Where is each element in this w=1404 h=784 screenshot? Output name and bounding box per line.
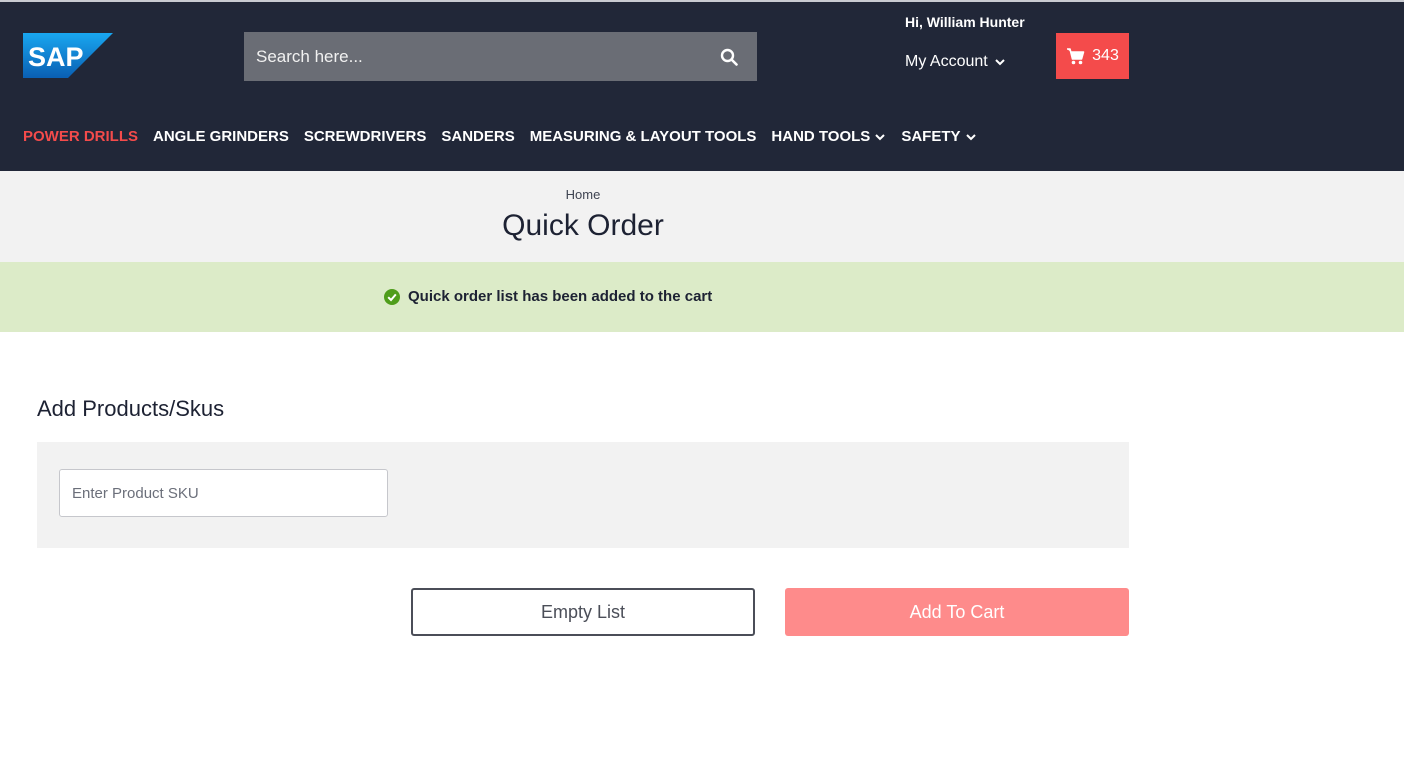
nav-item-label: SAFETY bbox=[901, 128, 961, 145]
nav-item-label: SCREWDRIVERS bbox=[303, 128, 427, 145]
nav-item-screwdrivers[interactable]: SCREWDRIVERS bbox=[304, 128, 427, 145]
nav-item-safety[interactable]: SAFETY bbox=[901, 128, 976, 145]
sku-panel bbox=[37, 442, 1129, 548]
user-greeting: Hi, William Hunter bbox=[905, 14, 1025, 30]
site-header: SAP Hi, William Hunter My Account 343 PO… bbox=[0, 0, 1404, 171]
nav-item-label: ANGLE GRINDERS bbox=[153, 128, 289, 145]
nav-item-power-drills[interactable]: POWER DRILLS bbox=[23, 128, 138, 145]
chevron-down-icon bbox=[965, 133, 976, 140]
nav-item-hand-tools[interactable]: HAND TOOLS bbox=[771, 128, 886, 145]
chevron-down-icon bbox=[875, 133, 886, 140]
add-to-cart-button[interactable]: Add To Cart bbox=[785, 588, 1129, 636]
cart-button[interactable]: 343 bbox=[1056, 33, 1129, 79]
page-header: Home Quick Order bbox=[0, 171, 1404, 262]
product-sku-input[interactable] bbox=[59, 469, 388, 517]
svg-text:SAP: SAP bbox=[28, 42, 84, 72]
my-account-label: My Account bbox=[905, 53, 988, 70]
cart-icon bbox=[1067, 47, 1085, 64]
section-title: Add Products/Skus bbox=[37, 396, 225, 421]
search-bar bbox=[244, 32, 757, 81]
nav-item-label: MEASURING & LAYOUT TOOLS bbox=[529, 128, 757, 145]
empty-list-button[interactable]: Empty List bbox=[411, 588, 755, 636]
nav-item-angle-grinders[interactable]: ANGLE GRINDERS bbox=[153, 128, 289, 145]
success-alert: Quick order list has been added to the c… bbox=[0, 262, 1404, 332]
alert-content: Quick order list has been added to the c… bbox=[384, 288, 712, 305]
chevron-down-icon bbox=[994, 59, 1005, 66]
page-title: Quick Order bbox=[502, 209, 664, 242]
search-input[interactable] bbox=[244, 32, 701, 81]
nav-item-label: HAND TOOLS bbox=[771, 128, 871, 145]
check-circle-icon bbox=[384, 288, 400, 305]
category-nav: POWER DRILLS ANGLE GRINDERS SCREWDRIVERS… bbox=[23, 128, 977, 145]
sap-logo[interactable]: SAP bbox=[23, 33, 113, 78]
search-button[interactable] bbox=[701, 32, 757, 81]
alert-message: Quick order list has been added to the c… bbox=[408, 288, 713, 305]
nav-item-label: SANDERS bbox=[441, 128, 515, 145]
cart-count: 343 bbox=[1092, 47, 1119, 64]
my-account-menu[interactable]: My Account bbox=[905, 53, 1006, 71]
search-icon bbox=[720, 48, 738, 66]
breadcrumb-home[interactable]: Home bbox=[0, 187, 1166, 202]
nav-item-measuring-layout-tools[interactable]: MEASURING & LAYOUT TOOLS bbox=[530, 128, 757, 145]
nav-item-label: POWER DRILLS bbox=[23, 128, 138, 145]
nav-item-sanders[interactable]: SANDERS bbox=[441, 128, 514, 145]
